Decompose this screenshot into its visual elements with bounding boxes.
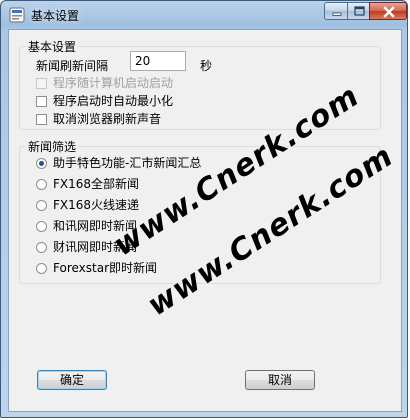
news-option-hexun-radio[interactable] <box>36 221 47 232</box>
news-option-fx168-flash-radio[interactable] <box>36 200 47 211</box>
news-filter-title: 新闻筛选 <box>26 138 79 155</box>
maximize-icon <box>354 6 365 16</box>
minimize-icon <box>332 12 342 16</box>
title-bar[interactable]: 基本设置 <box>1 1 407 29</box>
minimize-on-start-label: 程序启动时自动最小化 <box>53 94 174 108</box>
news-option-caixun-radio[interactable] <box>36 242 47 253</box>
mute-refresh-sound-label: 取消浏览器刷新声音 <box>53 112 162 126</box>
mute-refresh-sound-checkbox[interactable] <box>36 114 47 125</box>
autostart-checkbox[interactable] <box>36 78 47 89</box>
autostart-checkbox-row[interactable]: 程序随计算机启动启动 <box>36 75 173 91</box>
basic-settings-title: 基本设置 <box>26 38 79 55</box>
refresh-interval-label: 新闻刷新间隔 <box>36 59 109 73</box>
ok-button[interactable]: 确定 <box>37 370 107 390</box>
app-icon <box>9 7 25 23</box>
minimize-on-start-checkbox-row[interactable]: 程序启动时自动最小化 <box>36 93 173 109</box>
news-option-forexstar[interactable]: Forexstar即时新闻 <box>36 260 157 276</box>
news-option-fx168-all[interactable]: FX168全部新闻 <box>36 176 139 192</box>
refresh-interval-unit: 秒 <box>200 59 213 73</box>
mute-refresh-sound-checkbox-row[interactable]: 取消浏览器刷新声音 <box>36 111 161 127</box>
news-option-forexstar-label: Forexstar即时新闻 <box>53 261 158 275</box>
cancel-button[interactable]: 取消 <box>245 370 315 390</box>
close-button[interactable] <box>369 2 407 20</box>
news-option-fx168-flash-label: FX168火线速递 <box>53 198 140 212</box>
news-option-fx168-all-label: FX168全部新闻 <box>53 177 140 191</box>
news-option-fx168-flash[interactable]: FX168火线速递 <box>36 197 139 213</box>
news-option-fx168-all-radio[interactable] <box>36 179 47 190</box>
news-option-summary-label: 助手特色功能-汇市新闻汇总 <box>53 156 202 170</box>
refresh-interval-input[interactable] <box>130 51 186 71</box>
close-icon <box>383 6 395 18</box>
news-option-forexstar-radio[interactable] <box>36 263 47 274</box>
news-option-summary[interactable]: 助手特色功能-汇市新闻汇总 <box>36 155 201 171</box>
maximize-button[interactable] <box>347 2 370 20</box>
autostart-label: 程序随计算机启动启动 <box>53 76 174 90</box>
news-option-summary-radio[interactable] <box>36 158 47 169</box>
dialog-window: 基本设置 基本设置 新闻刷新间隔 秒 程序随计算机启动启动 <box>0 0 408 418</box>
minimize-button[interactable] <box>324 2 348 20</box>
window-title: 基本设置 <box>31 9 80 23</box>
minimize-on-start-checkbox[interactable] <box>36 96 47 107</box>
